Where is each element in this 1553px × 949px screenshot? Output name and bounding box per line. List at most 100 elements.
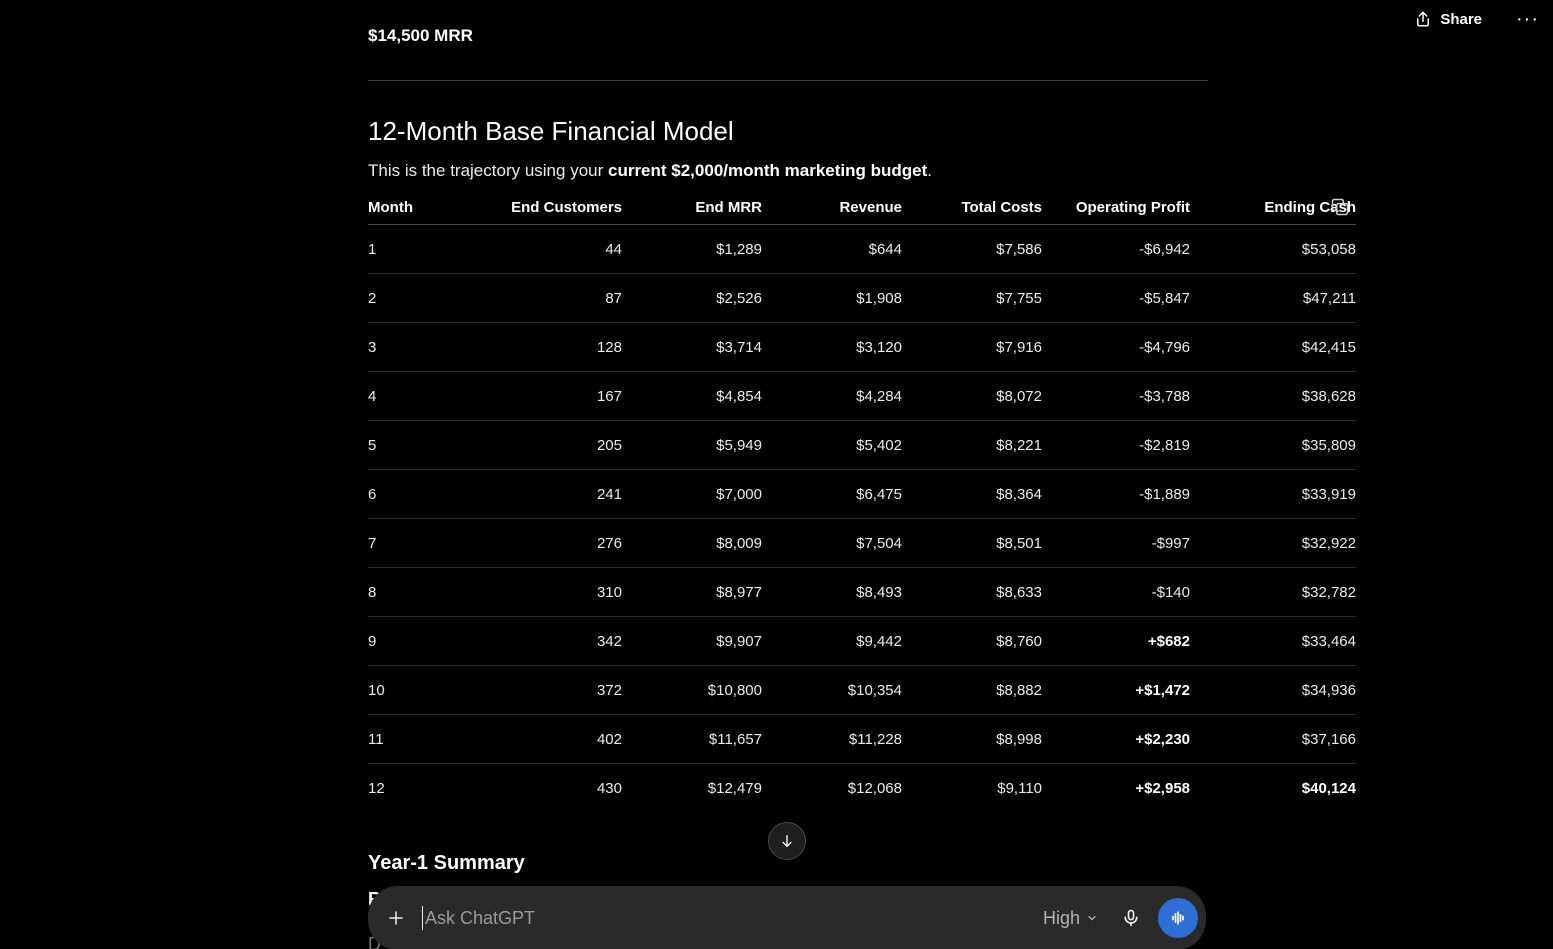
cell-end-customers: 44: [482, 224, 622, 274]
share-button[interactable]: Share: [1406, 6, 1490, 32]
chat-input[interactable]: [422, 906, 1043, 930]
header-revenue: Revenue: [762, 190, 902, 225]
cell-operating-profit: -$997: [1042, 518, 1190, 568]
cell-end-customers: 402: [482, 714, 622, 764]
reasoning-level-select[interactable]: High: [1043, 908, 1098, 929]
cell-end-customers: 276: [482, 518, 622, 568]
cell-end-customers: 128: [482, 322, 622, 372]
cell-month: 3: [368, 322, 482, 372]
cell-total-costs: $8,501: [902, 518, 1042, 568]
cell-month: 5: [368, 420, 482, 470]
table-row: 12 430 $12,479 $12,068 $9,110 +$2,958 $40,124: [368, 764, 1356, 813]
cell-revenue: $12,068: [847, 779, 902, 797]
add-attachment-button[interactable]: [382, 904, 410, 932]
cell-end-mrr: $9,907: [622, 616, 762, 666]
cell-total-costs: $8,364: [902, 469, 1042, 519]
cell-ending-cash: $47,211: [1190, 273, 1356, 323]
header-end-customers: End Customers: [482, 190, 622, 225]
cell-end-mrr: $12,479: [707, 779, 762, 797]
more-options-button[interactable]: ···: [1512, 8, 1543, 31]
cell-operating-profit: -$140: [1042, 567, 1190, 617]
cell-revenue: $11,228: [762, 714, 902, 764]
cell-end-customers: 372: [482, 665, 622, 715]
cell-end-mrr: $5,949: [622, 420, 762, 470]
chat-page: Share ··· $14,500 MRR 12-Month Base Fina…: [0, 0, 1553, 949]
cell-total-costs: $9,110: [997, 779, 1042, 797]
cell-total-costs: $8,998: [902, 714, 1042, 764]
intro-suffix: .: [927, 161, 933, 180]
cell-ending-cash: $34,936: [1190, 665, 1356, 715]
voice-mode-button[interactable]: [1158, 898, 1198, 938]
cell-month: 1: [368, 224, 482, 274]
cell-month: 4: [368, 371, 482, 421]
cell-revenue: $5,402: [762, 420, 902, 470]
cell-end-customers: 310: [482, 567, 622, 617]
cell-operating-profit: +$1,472: [1042, 665, 1190, 715]
cell-month: 2: [368, 273, 482, 323]
cell-ending-cash: $35,809: [1190, 420, 1356, 470]
cell-end-customers: 430: [596, 779, 622, 797]
cell-revenue: $6,475: [762, 469, 902, 519]
cell-end-customers: 205: [482, 420, 622, 470]
table-body: 1 44 $1,289 $644 $7,586 -$6,942 $53,058 2 87 $2,5…: [368, 224, 1356, 813]
plus-icon: [389, 911, 403, 925]
cell-operating-profit: -$2,819: [1042, 420, 1190, 470]
cell-end-mrr: $1,289: [622, 224, 762, 274]
intro-prefix: This is the trajectory using your: [368, 161, 608, 180]
table-row: 7 276 $8,009 $7,504 $8,501 -$997 $32,922: [368, 518, 1356, 568]
microphone-icon: [1124, 909, 1138, 927]
table-row: 6 241 $7,000 $6,475 $8,364 -$1,889 $33,919: [368, 469, 1356, 519]
divider: [368, 80, 1208, 81]
cell-revenue: $7,504: [762, 518, 902, 568]
cell-month: 8: [368, 567, 482, 617]
cell-end-mrr: $7,000: [622, 469, 762, 519]
cell-revenue: $3,120: [762, 322, 902, 372]
cell-end-mrr: $8,977: [622, 567, 762, 617]
cell-operating-profit: -$3,788: [1042, 371, 1190, 421]
cell-end-mrr: $4,854: [622, 371, 762, 421]
cell-end-mrr: $2,526: [622, 273, 762, 323]
cell-operating-profit: +$2,958: [1135, 779, 1190, 797]
cell-month: 6: [368, 469, 482, 519]
cell-ending-cash: $42,415: [1190, 322, 1356, 372]
cell-end-customers: 167: [482, 371, 622, 421]
intro-bold: current $2,000/month marketing budget: [607, 161, 928, 180]
cell-revenue: $644: [762, 224, 902, 274]
dictate-button[interactable]: [1118, 905, 1144, 931]
cell-revenue: $8,493: [762, 567, 902, 617]
cell-ending-cash: $33,464: [1190, 616, 1356, 666]
mrr-text: $14,500 MRR: [368, 26, 473, 45]
cell-month: 11: [368, 714, 482, 764]
reasoning-level-label: High: [1042, 907, 1080, 928]
copy-table-icon[interactable]: [1330, 197, 1350, 217]
cell-total-costs: $8,882: [902, 665, 1042, 715]
table-row: 4 167 $4,854 $4,284 $8,072 -$3,788 $38,628: [368, 371, 1356, 421]
cell-ending-cash: $40,124: [1301, 779, 1356, 797]
cell-month: 10: [368, 665, 482, 715]
cell-end-customers: 342: [482, 616, 622, 666]
table-row: 3 128 $3,714 $3,120 $7,916 -$4,796 $42,415: [368, 322, 1356, 372]
chat-composer: High: [368, 886, 1206, 949]
cell-end-mrr: $11,657: [622, 714, 762, 764]
header-operating-profit: Operating Profit: [1042, 190, 1190, 225]
header-end-mrr: End MRR: [622, 190, 762, 225]
cell-revenue: $9,442: [762, 616, 902, 666]
header-total-costs: Total Costs: [902, 190, 1042, 225]
cell-month: 12: [368, 779, 385, 797]
cell-revenue: $4,284: [762, 371, 902, 421]
cell-total-costs: $7,755: [902, 273, 1042, 323]
cell-ending-cash: $38,628: [1190, 371, 1356, 421]
cell-end-mrr: $8,009: [622, 518, 762, 568]
table-row: 5 205 $5,949 $5,402 $8,221 -$2,819 $35,809: [368, 420, 1356, 470]
cell-total-costs: $8,072: [902, 371, 1042, 421]
cell-total-costs: $8,633: [902, 567, 1042, 617]
cell-operating-profit: -$5,847: [1042, 273, 1190, 323]
cell-operating-profit: -$1,889: [1042, 469, 1190, 519]
cell-month: 7: [368, 518, 482, 568]
scroll-to-bottom-button[interactable]: [768, 822, 806, 860]
cell-ending-cash: $37,166: [1190, 714, 1356, 764]
cell-end-mrr: $3,714: [622, 322, 762, 372]
chevron-down-icon: [1088, 915, 1096, 921]
table-row: 2 87 $2,526 $1,908 $7,755 -$5,847 $47,211: [368, 273, 1356, 323]
cell-ending-cash: $32,922: [1190, 518, 1356, 568]
